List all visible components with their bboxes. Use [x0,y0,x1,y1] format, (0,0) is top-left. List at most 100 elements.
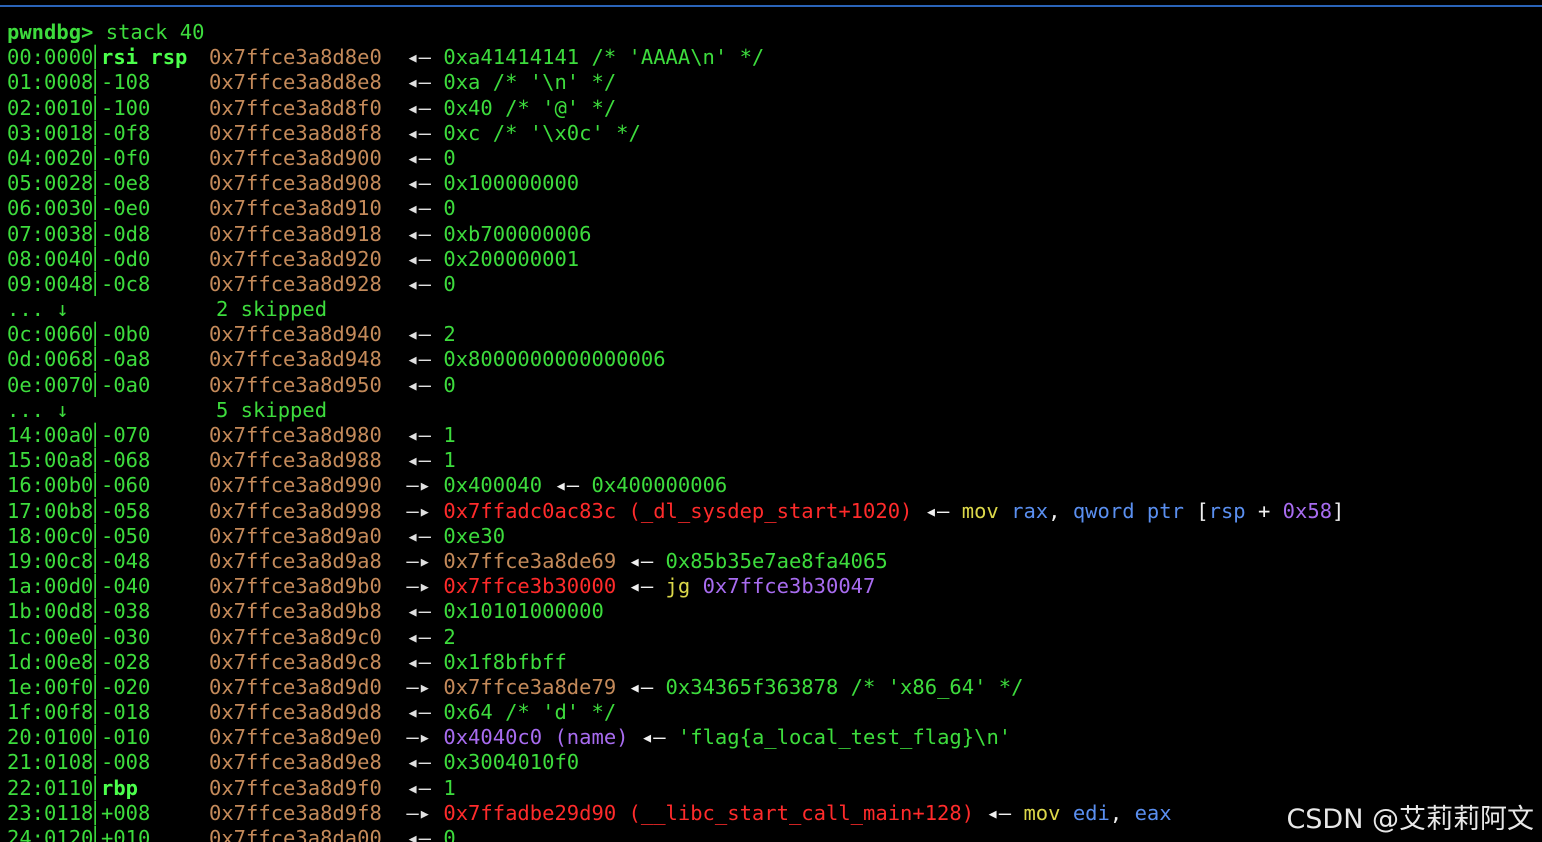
stack-index: 21:0108 [7,750,94,775]
stack-index: 1e:00f0 [7,674,94,699]
right-arrow-icon: —▸ [394,725,444,750]
frame-offset: -0f8 [101,120,151,145]
stack-address: 0x7ffce3a8d9d0 [209,674,382,699]
frame-offset: -0d8 [101,221,151,246]
stack-row: 1c:00e0│-030 0x7ffce3a8d9c0 ◂— 2 [7,625,1344,650]
column-separator: │ [89,624,102,649]
frame-offset: -040 [101,574,151,599]
stack-row: 1f:00f8│-018 0x7ffce3a8d9d8 ◂— 0x64 /* 'd… [7,700,1344,725]
stack-address: 0x7ffce3a8d950 [209,372,382,397]
stack-value: 0x400000006 [591,473,728,498]
stack-index: 0d:0068 [7,347,94,372]
stack-address: 0x7ffce3a8d9b8 [209,599,382,624]
stack-value: edi [1072,800,1110,825]
frame-offset: +010 [101,826,151,842]
left-arrow-icon: ◂— [394,95,444,120]
stack-index: 18:00c0 [7,523,94,548]
stack-value: 0 [443,271,456,296]
window-top-border [0,5,1542,7]
stack-row: 18:00c0│-050 0x7ffce3a8d9a0 ◂— 0xe30 [7,524,1344,549]
frame-offset: rsi rsp [101,45,188,70]
stack-value: ◂— [616,574,666,599]
stack-address: 0x7ffce3a8d9a8 [209,548,382,573]
stack-value: ◂— [974,800,1024,825]
stack-value: mov [1023,800,1073,825]
stack-row: 14:00a0│-070 0x7ffce3a8d980 ◂— 1 [7,423,1344,448]
right-arrow-icon: —▸ [394,473,444,498]
left-arrow-icon: ◂— [394,171,444,196]
frame-offset: -108 [101,70,151,95]
stack-value: ◂— [628,725,678,750]
column-separator: │ [89,523,102,548]
left-arrow-icon: ◂— [394,649,444,674]
stack-address: 0x7ffce3a8d940 [209,322,382,347]
stack-index: 23:0118 [7,800,94,825]
stack-value: 0x7ffadbe29d90 (__libc_start_call_main+1… [443,800,975,825]
left-arrow-icon: ◂— [394,826,444,842]
stack-value: 0xa41414141 /* 'AAAA\n' */ [443,45,765,70]
stack-index: 20:0100 [7,725,94,750]
stack-value: 0 [443,372,456,397]
stack-value: 0x7ffce3b30047 [702,574,876,599]
stack-index: 03:0018 [7,120,94,145]
terminal-window[interactable]: pwndbg> stack 40 00:0000│rsi rsp 0x7ffce3… [0,0,1542,842]
column-separator: │ [89,498,102,523]
stack-value: rax [1011,498,1049,523]
column-separator: │ [89,196,102,221]
skip-line: ... ↓ 2 skipped [7,297,1344,322]
stack-value: 2 [443,322,456,347]
stack-address: 0x7ffce3a8d920 [209,246,382,271]
stack-value: 0x8000000000000006 [443,347,666,372]
right-arrow-icon: —▸ [394,800,444,825]
stack-address: 0x7ffce3a8d9e8 [209,750,382,775]
stack-index: 16:00b0 [7,473,94,498]
stack-value: qword ptr [1072,498,1197,523]
frame-offset: -0e0 [101,196,151,221]
stack-value: eax [1134,800,1172,825]
stack-index: 02:0010 [7,95,94,120]
stack-index: 08:0040 [7,246,94,271]
left-arrow-icon: ◂— [394,145,444,170]
stack-value: ◂— [912,498,962,523]
stack-value: 0x7ffce3a8de69 [443,548,617,573]
stack-address: 0x7ffce3a8d8f8 [209,120,382,145]
stack-value: 0x7ffce3a8de79 [443,674,617,699]
stack-row: 0d:0068│-0a8 0x7ffce3a8d948 ◂— 0x80000000… [7,347,1344,372]
stack-row: 04:0020│-0f0 0x7ffce3a8d900 ◂— 0 [7,146,1344,171]
stack-row: 1e:00f0│-020 0x7ffce3a8d9d0 —▸ 0x7ffce3a8… [7,675,1344,700]
stack-row: 08:0040│-0d0 0x7ffce3a8d920 ◂— 0x20000000… [7,247,1344,272]
frame-offset: -068 [101,448,151,473]
stack-address: 0x7ffce3a8d918 [209,221,382,246]
command-text: stack 40 [105,20,205,44]
skip-count: 5 skipped [216,397,328,422]
stack-address: 0x7ffce3a8d928 [209,271,382,296]
left-arrow-icon: ◂— [394,750,444,775]
stack-index: 0c:0060 [7,322,94,347]
frame-offset: -0b0 [101,322,151,347]
skip-line: ... ↓ 5 skipped [7,398,1344,423]
left-arrow-icon: ◂— [394,120,444,145]
column-separator: │ [89,322,102,347]
left-arrow-icon: ◂— [394,372,444,397]
left-arrow-icon: ◂— [394,322,444,347]
stack-index: 14:00a0 [7,423,94,447]
right-arrow-icon: —▸ [394,548,444,573]
column-separator: │ [89,725,102,750]
column-separator: │ [89,372,102,397]
stack-index: 15:00a8 [7,448,94,473]
stack-value: , [1048,498,1073,523]
column-separator: │ [89,347,102,372]
frame-offset: -048 [101,548,151,573]
stack-value: , [1109,800,1135,825]
frame-offset: -028 [101,649,151,674]
stack-index: 04:0020 [7,145,94,170]
stack-row: 1b:00d8│-038 0x7ffce3a8d9b8 ◂— 0x10101000… [7,599,1344,624]
frame-offset: -018 [101,700,151,725]
stack-value: ◂— [616,674,666,699]
stack-value: 2 [443,624,456,649]
stack-value: 1 [443,775,456,800]
frame-offset: -058 [101,498,151,523]
stack-row: 17:00b8│-058 0x7ffce3a8d998 —▸ 0x7ffadc0a… [7,499,1344,524]
stack-index: 1b:00d8 [7,599,94,624]
stack-row: 02:0010│-100 0x7ffce3a8d8f0 ◂— 0x40 /* '@… [7,96,1344,121]
